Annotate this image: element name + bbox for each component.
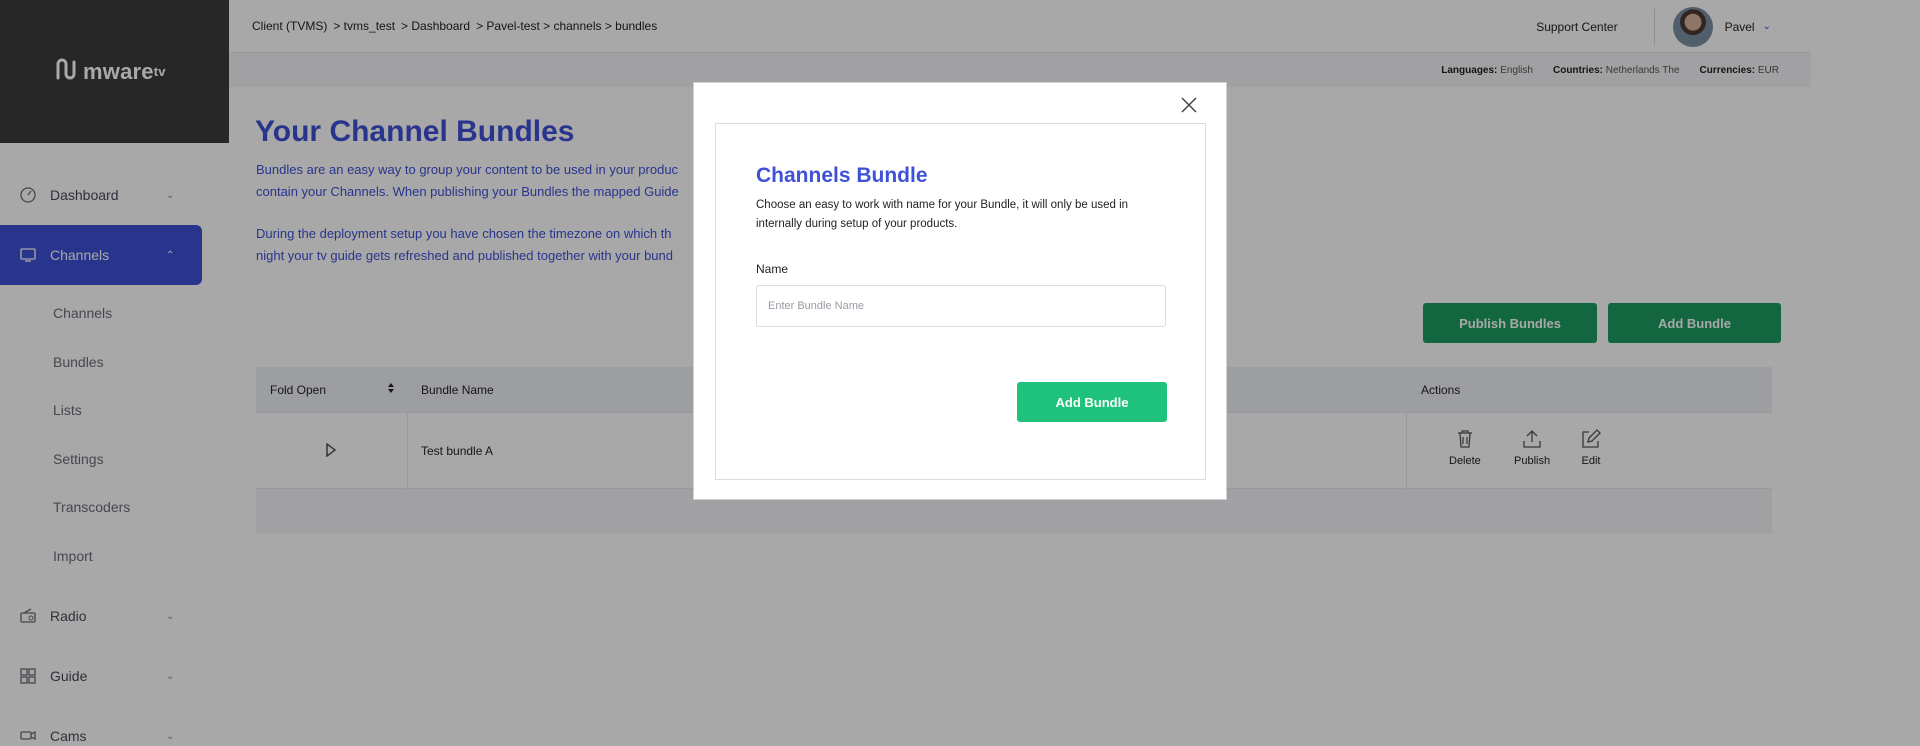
modal-description: Choose an easy to work with name for you… bbox=[756, 199, 1129, 230]
close-icon[interactable] bbox=[1180, 96, 1200, 116]
channels-bundle-modal: Channels Bundle Choose an easy to work w… bbox=[693, 82, 1227, 500]
bundle-name-input[interactable] bbox=[756, 285, 1166, 327]
name-label: Name bbox=[756, 262, 789, 276]
modal-body: Channels Bundle Choose an easy to work w… bbox=[715, 123, 1206, 480]
modal-title: Channels Bundle bbox=[756, 164, 928, 187]
add-bundle-submit-button[interactable]: Add Bundle bbox=[1017, 382, 1167, 422]
